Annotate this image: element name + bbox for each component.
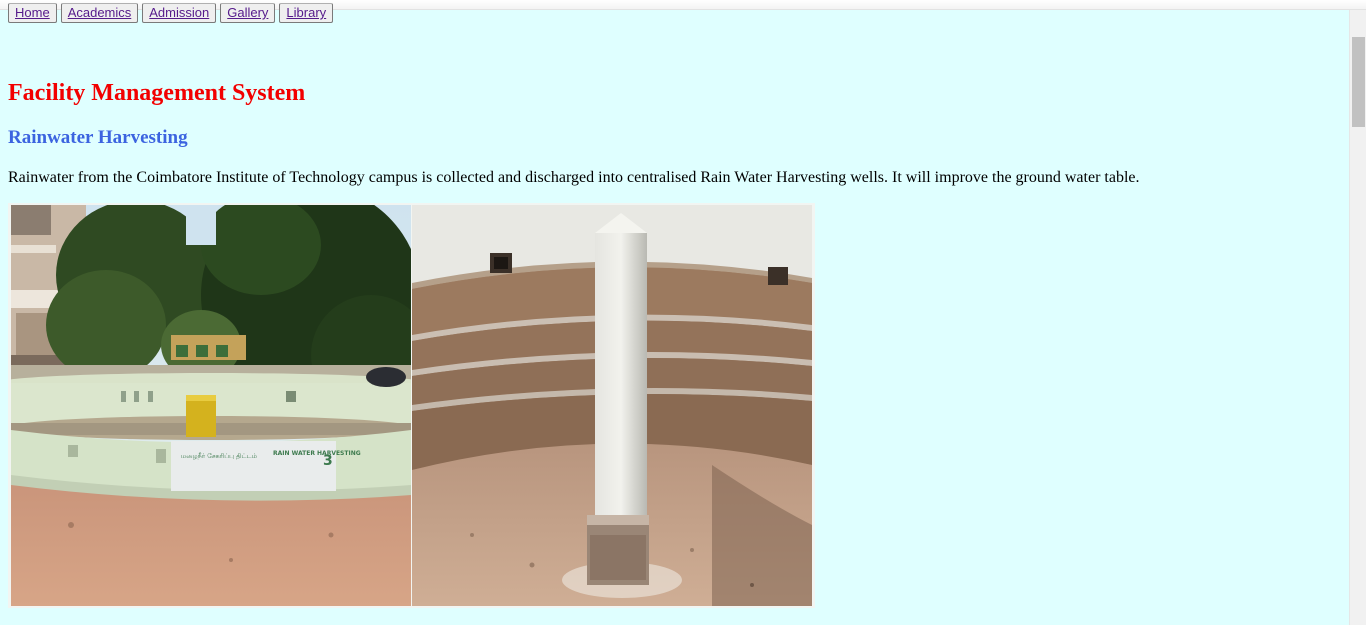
nav-academics-button[interactable]: Academics	[60, 3, 139, 23]
sign-english-text: RAIN WATER HARVESTING	[273, 450, 361, 457]
sign-tamil-text: மழைநீர் சேகரிப்பு திட்டம்	[181, 452, 258, 460]
nav-home-button[interactable]: Home	[8, 3, 57, 23]
vertical-scrollbar[interactable]	[1349, 10, 1366, 625]
nav-library-button[interactable]: Library	[279, 3, 334, 23]
nav-bar: Home Academics Admission Gallery Library	[8, 3, 334, 23]
nav-admission-button[interactable]: Admission	[142, 3, 217, 23]
scrollbar-thumb[interactable]	[1352, 37, 1365, 127]
section-subtitle: Rainwater Harvesting	[8, 127, 188, 148]
photo-gallery: மழைநீர் சேகரிப்பு திட்டம் RAIN WATER HAR…	[8, 203, 815, 608]
rainwater-well-photo-2	[412, 205, 812, 606]
section-description: Rainwater from the Coimbatore Institute …	[8, 169, 1140, 186]
page-title: Facility Management System	[8, 80, 306, 106]
nav-gallery-button[interactable]: Gallery	[220, 3, 276, 23]
rainwater-well-photo-1: மழைநீர் சேகரிப்பு திட்டம் RAIN WATER HAR…	[11, 205, 411, 606]
page-content: Home Academics Admission Gallery Library…	[0, 0, 1349, 625]
sign-number-text: 3	[323, 453, 333, 469]
